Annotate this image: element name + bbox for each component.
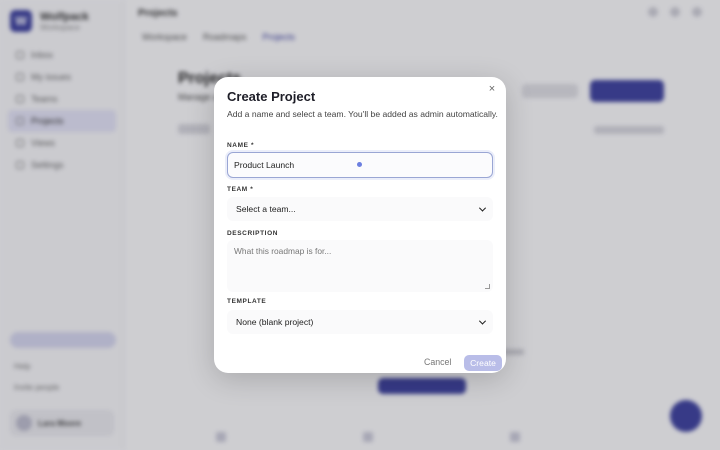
close-icon[interactable]: ×	[486, 83, 498, 95]
name-label-text: NAME	[227, 142, 249, 149]
modal-title: Create Project	[227, 89, 316, 104]
description-textarea[interactable]: What this roadmap is for...	[227, 240, 493, 292]
mouse-cursor	[357, 162, 362, 167]
create-button[interactable]: Create	[464, 355, 502, 371]
template-field-label: TEMPLATE	[227, 298, 266, 305]
chevron-down-icon	[478, 317, 487, 325]
name-field-label: NAME *	[227, 142, 254, 149]
description-placeholder: What this roadmap is for...	[234, 246, 332, 256]
team-label-text: TEAM	[227, 186, 248, 193]
modal-description: Add a name and select a team. You'll be …	[227, 109, 498, 119]
chevron-down-icon	[478, 204, 487, 212]
template-select-value: None (blank project)	[236, 317, 314, 327]
create-project-modal: Create Project × Add a name and select a…	[214, 77, 506, 373]
team-select-value: Select a team...	[236, 204, 296, 214]
required-marker: *	[250, 142, 255, 149]
description-field-label: DESCRIPTION	[227, 230, 278, 237]
team-field-label: TEAM *	[227, 186, 253, 193]
description-label-text: DESCRIPTION	[227, 230, 279, 237]
cancel-button[interactable]: Cancel	[424, 357, 451, 367]
resize-handle-icon[interactable]	[485, 284, 490, 289]
required-marker: *	[250, 186, 254, 193]
team-select[interactable]: Select a team...	[227, 197, 493, 221]
template-select[interactable]: None (blank project)	[227, 310, 493, 334]
template-label-text: TEMPLATE	[227, 298, 267, 305]
